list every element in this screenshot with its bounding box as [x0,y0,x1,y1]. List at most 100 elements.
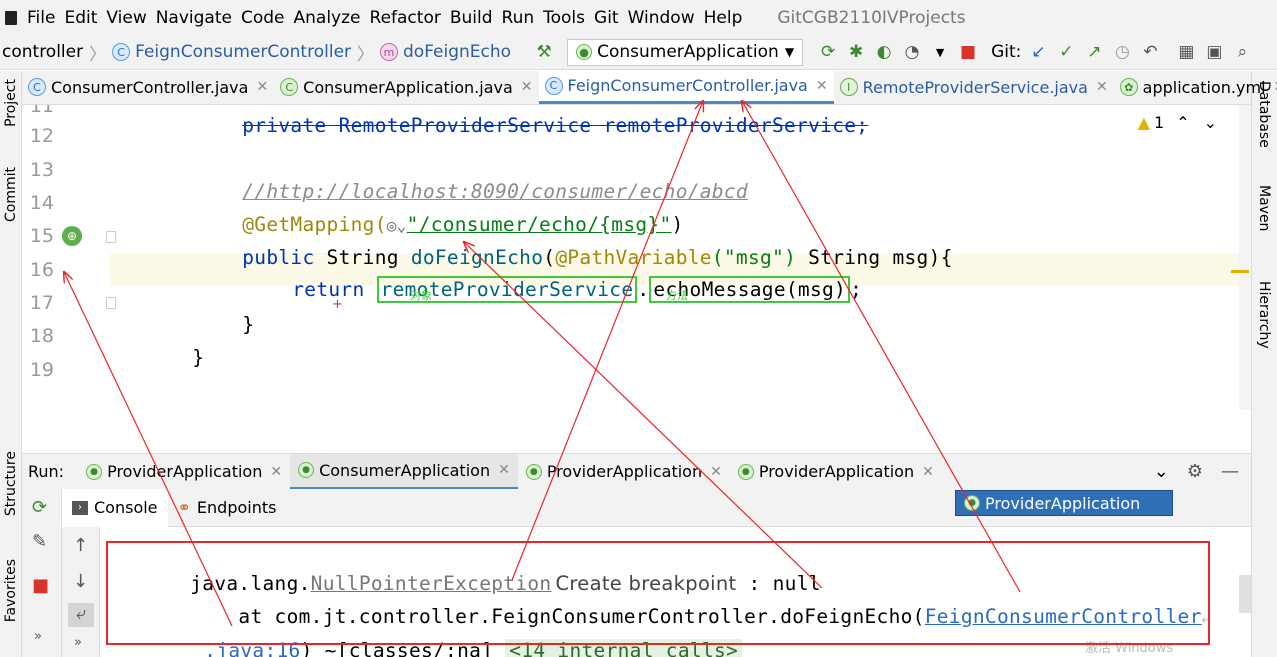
run-tab-consumer[interactable]: ● ConsumerApplication ✕ [290,453,518,490]
fold-marker-icon[interactable] [106,231,116,243]
wrench-icon[interactable]: ✎ [32,531,47,552]
hierarchy-tool-window-button[interactable]: Hierarchy [1256,281,1272,349]
close-icon[interactable]: ✕ [922,464,934,480]
class-icon: C [544,76,563,95]
more-icon[interactable]: » [74,635,82,650]
profile-icon[interactable]: ◔ [901,41,923,63]
spring-boot-icon: ● [576,44,593,60]
git-push-icon[interactable]: ↗ [1083,41,1105,63]
menu-view[interactable]: View [106,8,146,28]
more-icon[interactable]: » [34,629,42,644]
fold-marker-icon[interactable] [106,297,116,309]
breadcrumb-method[interactable]: doFeignEcho [403,42,511,62]
run-tool-window-bar: Run: ● ProviderApplication ✕ ● ConsumerA… [22,453,1251,490]
run-configuration-label: ConsumerApplication [597,42,779,62]
close-icon[interactable]: ✕ [710,464,722,480]
run-tab-provider-2[interactable]: ● ProviderApplication ✕ [518,454,730,490]
menu-refactor[interactable]: Refactor [370,8,441,28]
inspection-widget[interactable]: ▲ 1 ⌃ ⌄ [1138,113,1217,132]
tab-console[interactable]: › Console [62,488,168,527]
menu-run[interactable]: Run [502,8,535,28]
warning-stripe-marker[interactable] [1231,270,1249,273]
coverage-icon[interactable]: ◐ [873,41,895,63]
console-scrollbar[interactable] [1239,575,1251,613]
code-editor[interactable]: 11 12 13 14 15 16 17 18 19 ⊕ private Rem… [22,105,1251,453]
menu-code[interactable]: Code [241,8,285,28]
menu-file[interactable]: File [27,8,55,28]
menu-build[interactable]: Build [450,8,493,28]
close-icon[interactable]: ✕ [1274,79,1277,95]
history-clock-icon[interactable]: ◷ [1111,41,1133,63]
provider-application-popup[interactable]: ● ProviderApplication [955,490,1173,516]
tab-label: ConsumerController.java [51,77,249,97]
debug-bug-icon[interactable]: ✱ [845,41,867,63]
breadcrumb-package[interactable]: controller [2,42,83,62]
menu-tools[interactable]: Tools [543,8,585,28]
menu-edit[interactable]: Edit [64,8,97,28]
rollback-icon[interactable]: ↶ [1139,41,1161,63]
spring-mapping-gutter-icon[interactable]: ⊕ [62,226,82,246]
close-icon[interactable]: ✕ [270,464,282,480]
code-text: } [242,313,255,336]
editor-scrollbar[interactable] [1239,105,1251,410]
run-tab-provider-3[interactable]: ● ProviderApplication ✕ [730,454,942,490]
gear-icon[interactable]: ⚙ [1187,461,1203,482]
spring-boot-icon: ● [298,462,315,478]
run-tab-provider-1[interactable]: ● ProviderApplication ✕ [78,454,290,490]
maven-tool-window-button[interactable]: Maven [1256,185,1272,231]
breadcrumb-separator-icon: 〉 [89,44,107,65]
arrow-down-icon[interactable]: ↓ [73,571,88,592]
commit-tool-window-button[interactable]: Commit [3,167,19,222]
chevron-down-icon[interactable]: ⌄ [1204,113,1217,132]
menu-navigate[interactable]: Navigate [156,8,232,28]
close-icon[interactable]: ✕ [1096,79,1108,95]
line-number: 14 [29,192,54,214]
spring-boot-icon: ● [737,463,754,480]
rerun-icon[interactable]: ⟳ [32,497,47,518]
editor-gutter: 11 12 13 14 15 16 17 18 19 ⊕ [22,105,116,453]
minimize-icon[interactable]: — [1221,461,1239,482]
code-line-11: private RemoteProviderService remoteProv… [170,105,868,160]
interface-icon: I [839,78,858,96]
git-commit-check-icon[interactable]: ✓ [1055,41,1077,63]
tab-feign-consumer-controller[interactable]: C FeignConsumerController.java ✕ [538,70,834,104]
breadcrumb-class[interactable]: FeignConsumerController [135,42,351,62]
project-tool-window-button[interactable]: Project [3,79,19,127]
menu-help[interactable]: Help [704,8,743,28]
menu-analyze[interactable]: Analyze [294,8,361,28]
chevron-down-icon[interactable]: ⌄ [1154,461,1169,482]
close-icon[interactable]: ✕ [256,79,268,95]
git-update-icon[interactable]: ↙ [1027,41,1049,63]
menu-git[interactable]: Git [594,8,619,28]
code-text: private RemoteProviderService remoteProv… [242,114,869,137]
run-configuration-select[interactable]: ● ConsumerApplication ▼ [567,38,804,66]
run-tab-label: ConsumerApplication [319,460,491,480]
tab-consumer-application[interactable]: C ConsumerApplication.java ✕ [274,70,538,104]
project-structure-icon[interactable]: ▦ [1175,41,1197,63]
git-label: Git: [991,42,1022,62]
arrow-up-icon[interactable]: ↑ [73,535,88,556]
terminal-icon[interactable]: ▣ [1203,41,1225,63]
tab-consumer-controller[interactable]: C ConsumerController.java ✕ [22,70,274,104]
more-run-chevron-icon[interactable]: ▼ [929,41,951,63]
tab-remote-provider-service[interactable]: I RemoteProviderService.java ✕ [834,70,1114,104]
tab-endpoints[interactable]: ⚭ Endpoints [168,489,287,527]
favorites-tool-window-button[interactable]: Favorites [3,559,19,622]
stop-icon[interactable]: ■ [957,41,979,63]
tab-label: application.yml [1142,77,1266,97]
tab-label: Endpoints [196,498,277,517]
tab-application-yml[interactable]: ✿ application.yml ✕ [1114,70,1277,104]
editor-tabs: C ConsumerController.java ✕ C ConsumerAp… [22,70,1277,105]
close-icon[interactable]: ✕ [498,462,510,478]
chevron-up-icon[interactable]: ⌃ [1176,113,1189,132]
hammer-build-icon[interactable]: ⚒ [533,41,555,63]
rerun-icon[interactable]: ⟳ [817,41,839,63]
close-icon[interactable]: ✕ [521,79,533,95]
soft-wrap-icon[interactable]: ⤶ [68,603,94,627]
menu-window[interactable]: Window [628,8,695,28]
line-number: 18 [29,325,54,347]
stop-icon[interactable]: ■ [32,575,49,596]
structure-tool-window-button[interactable]: Structure [3,451,19,516]
close-icon[interactable]: ✕ [816,78,828,94]
search-icon[interactable]: ⌕ [1231,41,1253,63]
